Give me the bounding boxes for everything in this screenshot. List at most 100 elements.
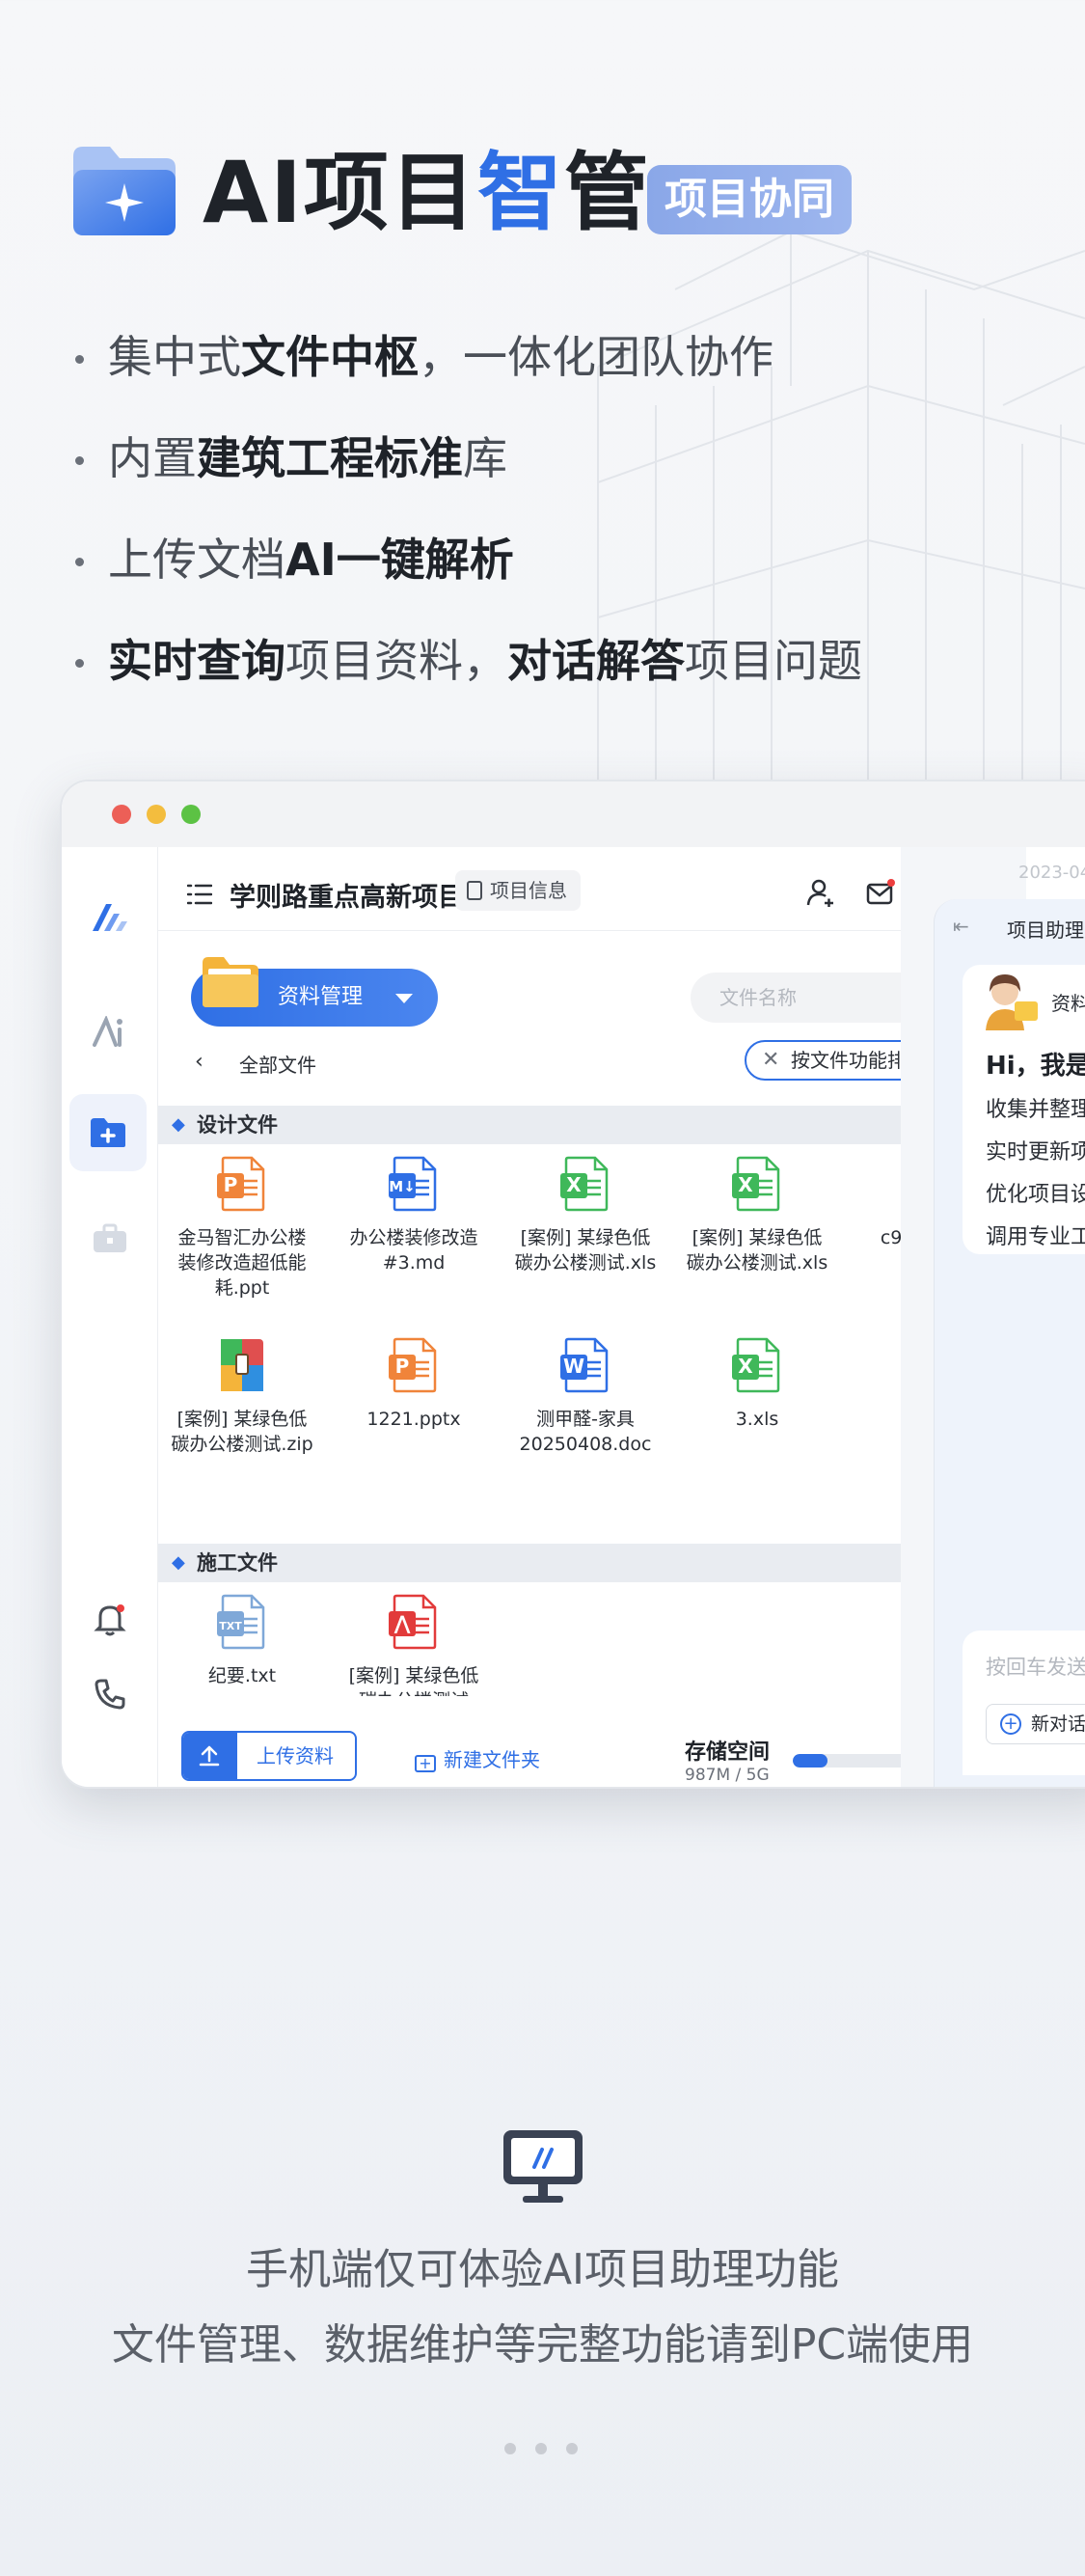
maximize-dot[interactable]	[181, 805, 201, 824]
section-title: 施工文件	[197, 1551, 278, 1575]
title-highlight: 智	[476, 143, 564, 242]
page-title: AI项目智管	[203, 145, 651, 241]
feature-highlight: 建筑工程标准	[197, 432, 463, 484]
page-indicator-dot[interactable]	[566, 2443, 578, 2454]
title-part: 管	[563, 143, 651, 242]
back-chevron-icon[interactable]: ‹	[195, 1050, 203, 1074]
footer-note-line2: 文件管理、数据维护等完整功能请到PC端使用	[111, 2320, 974, 2370]
svg-text:P: P	[395, 1355, 410, 1378]
briefcase-icon[interactable]	[81, 1210, 139, 1268]
xls-file-icon: X	[560, 1156, 610, 1212]
file-item[interactable]: W 测甲醛-家具20250408.doc	[513, 1337, 658, 1457]
xls-file-icon: X	[732, 1337, 782, 1393]
feature-highlight: 实时查询	[108, 635, 285, 687]
section-marker-icon: ◆	[172, 1114, 185, 1135]
assistant-greeting: Hi，我是	[986, 1052, 1085, 1081]
xls-file-icon: X	[732, 1156, 782, 1212]
folder-icon	[203, 957, 258, 1007]
window-titlebar	[62, 781, 1085, 847]
file-item[interactable]: X 3.xls	[685, 1337, 829, 1432]
feature-list: 集中式文件中枢，一体化团队协作 内置建筑工程标准库 上传文档AI一键解析 实时查询项目…	[73, 318, 1076, 724]
feature-item: 实时查询项目资料，对话解答项目问题	[73, 622, 1076, 724]
file-name: 3.xls	[735, 1409, 779, 1430]
footer-note-line1: 手机端仅可体验AI项目助理功能	[245, 2245, 840, 2294]
app-window-mockup: 学则路重点高新项目 项目信息 资料管理 文件名称 ‹ 全部文件 ✕ 按文件功能排…	[60, 780, 1085, 1789]
new-chat-label: 新对话	[1031, 1713, 1085, 1735]
file-name: 办公楼装修改造#3.md	[349, 1227, 478, 1274]
file-name: [案例] 某绿色低碳办公楼测试.xls	[514, 1227, 657, 1274]
pdf-file-icon: ⋀	[389, 1594, 439, 1650]
upload-label: 上传资料	[257, 1744, 334, 1768]
app-logo-icon[interactable]	[81, 888, 139, 945]
assistant-title: 项目助理	[1007, 918, 1084, 942]
file-name: 测甲醛-家具20250408.doc	[519, 1409, 652, 1455]
project-info-label: 项目信息	[490, 879, 567, 902]
member-icon[interactable]	[806, 878, 835, 907]
storage-value: 987M / 5G	[685, 1766, 770, 1785]
close-icon[interactable]: ✕	[762, 1042, 779, 1079]
doc-file-icon: W	[560, 1337, 610, 1393]
file-name: 金马智汇办公楼装修改造超低能耗.ppt	[177, 1227, 307, 1299]
file-item[interactable]: [案例] 某绿色低碳办公楼测试.zip	[170, 1337, 314, 1457]
bell-icon[interactable]	[81, 1590, 139, 1648]
assistant-date: 2023-04	[1018, 863, 1085, 883]
file-item[interactable]: ⋀ [案例] 某绿色低碳办公楼测试	[341, 1594, 486, 1696]
project-info-button[interactable]: 项目信息	[455, 870, 581, 911]
resource-management-label: 资料管理	[278, 985, 364, 1009]
svg-text:TXT: TXT	[219, 1620, 242, 1632]
breadcrumb[interactable]: 全部文件	[239, 1050, 316, 1078]
file-item[interactable]: M↓ 办公楼装修改造#3.md	[341, 1156, 486, 1275]
file-folder-icon[interactable]	[69, 1094, 147, 1171]
mail-icon[interactable]	[866, 878, 895, 907]
file-item[interactable]: P 金马智汇办公楼装修改造超低能耗.ppt	[170, 1156, 314, 1301]
section-header[interactable]: ◆ 设计文件	[158, 1106, 997, 1144]
folder-logo-icon	[73, 147, 176, 235]
file-item[interactable]: P 1221.pptx	[341, 1337, 486, 1432]
assistant-line: 优化项目设	[986, 1183, 1085, 1207]
file-item[interactable]: X [案例] 某绿色低碳办公楼测试.xls	[685, 1156, 829, 1275]
new-folder-label: 新建文件夹	[444, 1748, 540, 1771]
txt-file-icon: TXT	[217, 1594, 267, 1650]
feature-item: 内置建筑工程标准库	[73, 420, 1076, 521]
close-dot[interactable]	[112, 805, 131, 824]
svg-text:M↓: M↓	[389, 1178, 416, 1195]
svg-text:X: X	[738, 1173, 753, 1196]
svg-text:W: W	[563, 1355, 584, 1378]
page-indicator-dot[interactable]	[504, 2443, 516, 2454]
section-title: 设计文件	[197, 1113, 278, 1137]
feature-text: ，一体化团队协作	[419, 331, 773, 383]
file-item[interactable]: TXT 纪要.txt	[170, 1594, 314, 1688]
page-indicator-dot[interactable]	[535, 2443, 547, 2454]
folder-plus-icon: +	[415, 1755, 436, 1772]
file-manager-footer: 上传资料 + 新建文件夹 存储空间 987M / 5G	[158, 1715, 997, 1787]
file-item[interactable]: X [案例] 某绿色低碳办公楼测试.xls	[513, 1156, 658, 1275]
menu-icon[interactable]	[187, 884, 212, 905]
file-name: [案例] 某绿色低碳办公楼测试.xls	[686, 1227, 828, 1274]
minimize-dot[interactable]	[147, 805, 166, 824]
ai-assistant-icon[interactable]	[81, 1003, 139, 1061]
ppt-file-icon: P	[389, 1337, 439, 1393]
feature-text: 库	[463, 432, 507, 484]
storage-progress-fill	[793, 1754, 828, 1768]
assistant-line: 实时更新项	[986, 1140, 1085, 1165]
feature-item: 集中式文件中枢，一体化团队协作	[73, 318, 1076, 420]
title-part: AI项目	[203, 143, 477, 242]
collapse-icon[interactable]: ⇤	[953, 915, 969, 938]
feature-highlight: 对话解答	[507, 635, 685, 687]
svg-text:X: X	[738, 1355, 753, 1378]
feature-highlight: AI一键解析	[285, 534, 514, 586]
file-name: [案例] 某绿色低碳办公楼测试.zip	[171, 1409, 313, 1455]
file-name: 纪要.txt	[207, 1665, 277, 1686]
search-placeholder: 文件名称	[719, 986, 797, 1009]
section-header[interactable]: ◆ 施工文件	[158, 1544, 997, 1582]
new-chat-button[interactable]: + 新对话	[986, 1704, 1085, 1744]
feature-text: 内置	[108, 432, 197, 484]
upload-button[interactable]: 上传资料	[181, 1731, 357, 1781]
zip-file-icon	[217, 1337, 267, 1393]
phone-icon[interactable]	[81, 1665, 139, 1723]
assistant-name: 资料	[1051, 992, 1085, 1015]
new-folder-button[interactable]: + 新建文件夹	[415, 1744, 540, 1772]
upload-icon	[199, 1745, 220, 1767]
app-sidebar	[62, 847, 158, 1787]
document-icon	[467, 880, 482, 900]
